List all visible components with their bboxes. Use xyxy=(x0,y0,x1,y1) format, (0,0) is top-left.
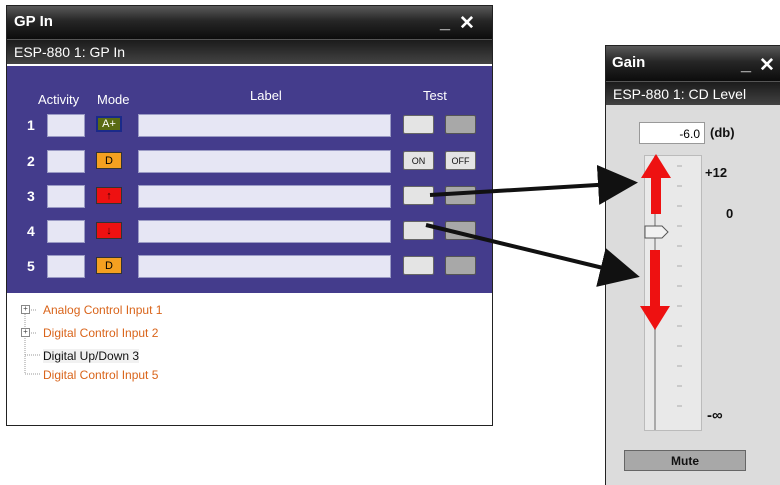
annotation-overlay xyxy=(425,154,671,330)
annotation-arrow-up xyxy=(429,164,638,205)
gain-down-arrow-icon xyxy=(640,250,670,330)
annotation-arrow-down xyxy=(425,223,640,287)
gain-up-arrow-icon xyxy=(641,154,671,214)
